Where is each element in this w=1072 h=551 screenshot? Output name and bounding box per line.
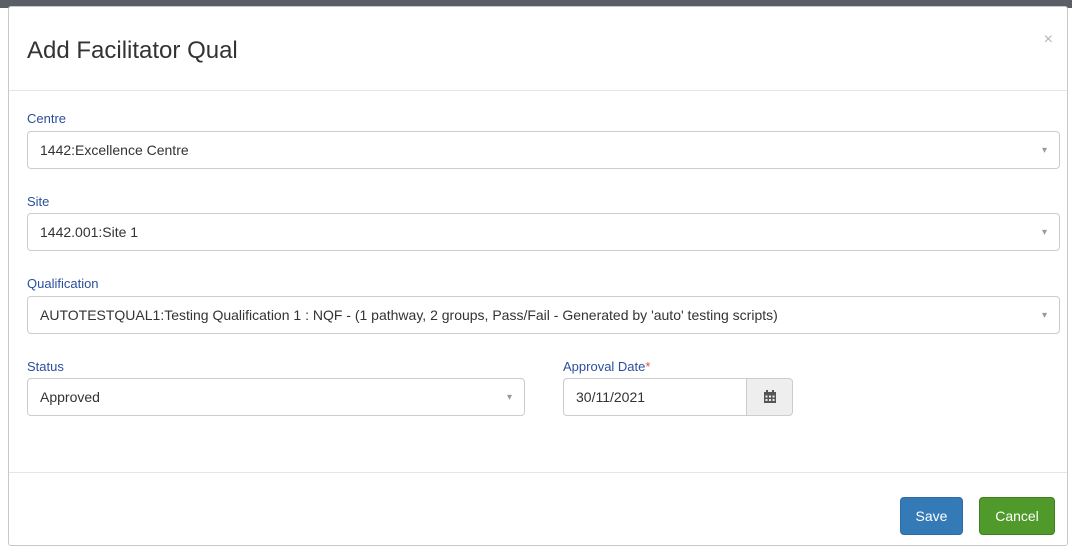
modal-header: Add Facilitator Qual × [9, 7, 1067, 91]
approval-date-group: 30/11/2021 [563, 378, 793, 416]
site-select[interactable]: 1442.001:Site 1 ▾ [27, 213, 1060, 251]
qualification-value: AUTOTESTQUAL1:Testing Qualification 1 : … [40, 307, 778, 323]
approval-date-label: Approval Date* [563, 359, 650, 374]
centre-label: Centre [27, 111, 67, 126]
centre-value: 1442:Excellence Centre [40, 142, 189, 158]
close-icon[interactable]: × [1044, 31, 1053, 49]
qualification-label: Qualification [27, 276, 99, 291]
cancel-button[interactable]: Cancel [979, 497, 1055, 535]
add-facilitator-qual-dialog: Add Facilitator Qual × Centre 1442:Excel… [8, 6, 1068, 546]
chevron-down-icon: ▾ [506, 392, 512, 403]
calendar-button[interactable] [746, 378, 793, 416]
status-value: Approved [40, 389, 100, 405]
site-value: 1442.001:Site 1 [40, 224, 139, 240]
required-marker: * [645, 359, 651, 374]
chevron-down-icon: ▾ [1041, 145, 1047, 156]
site-label: Site [27, 194, 50, 209]
save-button[interactable]: Save [900, 497, 963, 535]
chevron-down-icon: ▾ [1041, 310, 1047, 321]
approval-date-input[interactable]: 30/11/2021 [563, 378, 746, 416]
centre-select[interactable]: 1442:Excellence Centre ▾ [27, 131, 1060, 169]
status-select[interactable]: Approved ▾ [27, 378, 525, 416]
approval-date-value: 30/11/2021 [576, 389, 646, 405]
status-label: Status [27, 359, 64, 374]
qualification-select[interactable]: AUTOTESTQUAL1:Testing Qualification 1 : … [27, 296, 1060, 334]
chevron-down-icon: ▾ [1041, 227, 1047, 238]
modal-title: Add Facilitator Qual [27, 37, 238, 64]
calendar-icon [764, 390, 776, 403]
modal-footer: Save Cancel [9, 472, 1067, 547]
approval-date-label-text: Approval Date [563, 359, 646, 374]
